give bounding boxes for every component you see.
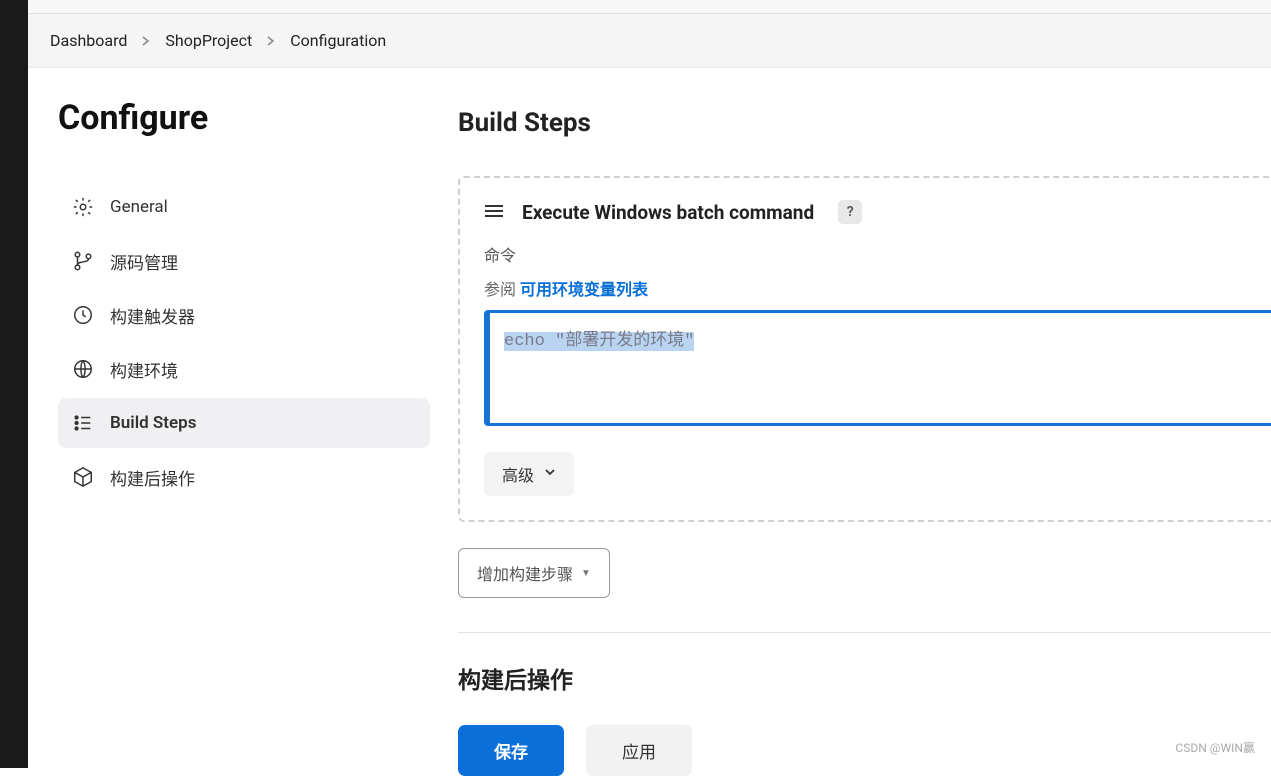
chevron-right-icon <box>266 36 276 46</box>
sidebar-item-environment[interactable]: 构建环境 <box>58 344 430 394</box>
section-title-build-steps: Build Steps <box>458 108 1271 138</box>
section-divider <box>458 632 1271 633</box>
build-step-card: Execute Windows batch command ? 命令 参阅 可用… <box>458 176 1271 522</box>
add-step-label: 增加构建步骤 <box>477 561 573 585</box>
config-nav: General 源码管理 构建触发器 构建环境 <box>58 182 430 502</box>
command-input[interactable]: echo "部署开发的环境" <box>484 310 1271 426</box>
sidebar-item-label: 构建后操作 <box>110 465 195 490</box>
breadcrumb-item-configuration[interactable]: Configuration <box>290 31 386 50</box>
caret-down-icon: ▼ <box>581 568 591 579</box>
main-content: Build Steps Execute Windows batch comman… <box>458 68 1271 782</box>
hint-prefix: 参阅 <box>484 280 516 299</box>
section-title-post-build: 构建后操作 <box>458 661 1271 695</box>
drag-handle-icon[interactable] <box>484 203 504 222</box>
step-title: Execute Windows batch command <box>522 201 814 224</box>
command-input-value: echo "部署开发的环境" <box>504 332 694 351</box>
sidebar-item-label: 构建触发器 <box>110 303 195 328</box>
clock-icon <box>72 304 94 326</box>
add-build-step-button[interactable]: 增加构建步骤 ▼ <box>458 548 610 598</box>
page-title: Configure <box>58 98 430 138</box>
browser-chrome-strip <box>28 0 1271 14</box>
app-left-rail <box>0 0 28 768</box>
sidebar-item-scm[interactable]: 源码管理 <box>58 236 430 286</box>
sidebar-item-label: Build Steps <box>110 413 196 433</box>
action-bar: 保存 应用 <box>458 725 1271 782</box>
sidebar-item-label: 构建环境 <box>110 357 178 382</box>
help-icon[interactable]: ? <box>838 200 862 224</box>
sidebar-item-build-steps[interactable]: Build Steps <box>58 398 430 448</box>
globe-icon <box>72 358 94 380</box>
command-field-label: 命令 <box>484 242 1271 266</box>
chevron-down-icon <box>544 465 556 483</box>
cube-icon <box>72 466 94 488</box>
breadcrumb-item-project[interactable]: ShopProject <box>165 31 252 50</box>
chevron-right-icon <box>141 36 151 46</box>
gear-icon <box>72 196 94 218</box>
advanced-toggle[interactable]: 高级 <box>484 452 574 496</box>
breadcrumb: Dashboard ShopProject Configuration <box>28 14 1271 68</box>
env-vars-link[interactable]: 可用环境变量列表 <box>520 280 648 299</box>
step-header: Execute Windows batch command ? <box>484 200 1271 224</box>
watermark: CSDN @WIN赢 <box>1175 739 1255 756</box>
breadcrumb-item-dashboard[interactable]: Dashboard <box>50 31 127 50</box>
steps-icon <box>72 412 94 434</box>
sidebar-item-post-build[interactable]: 构建后操作 <box>58 452 430 502</box>
sidebar-item-triggers[interactable]: 构建触发器 <box>58 290 430 340</box>
sidebar-item-label: 源码管理 <box>110 249 178 274</box>
sidebar-item-label: General <box>110 197 168 217</box>
branch-icon <box>72 250 94 272</box>
sidebar-item-general[interactable]: General <box>58 182 430 232</box>
apply-button[interactable]: 应用 <box>586 725 692 776</box>
save-button[interactable]: 保存 <box>458 725 564 776</box>
advanced-label: 高级 <box>502 462 534 486</box>
config-sidebar: Configure General 源码管理 构建触发器 <box>28 68 458 782</box>
command-hint: 参阅 可用环境变量列表 <box>484 276 1271 300</box>
